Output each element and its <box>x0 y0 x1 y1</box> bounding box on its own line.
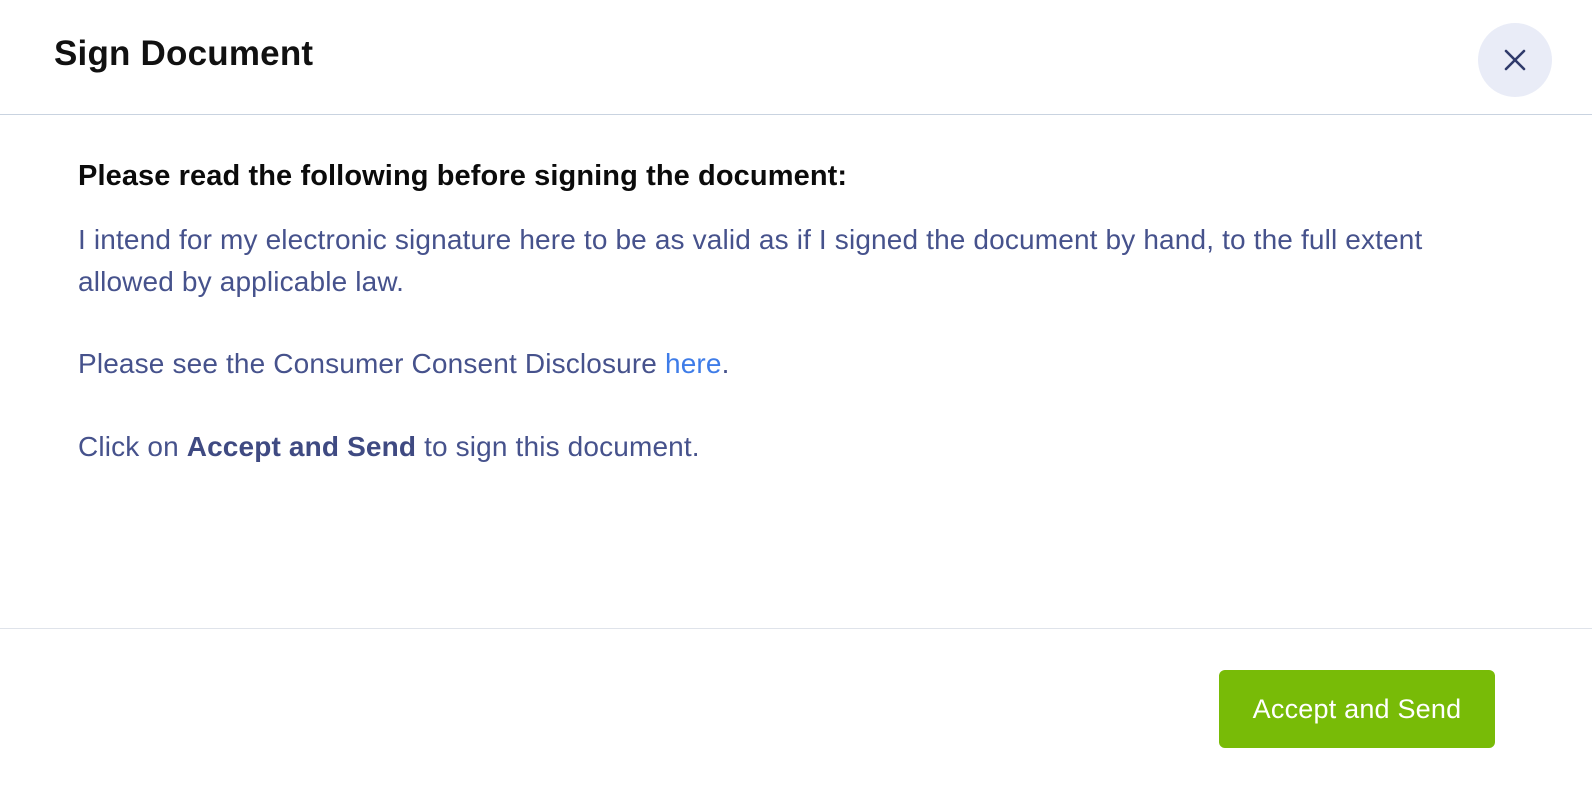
close-button[interactable] <box>1478 23 1552 97</box>
signature-statement: I intend for my electronic signature her… <box>78 224 1423 297</box>
consent-prefix: Please see the Consumer Consent Disclosu… <box>78 348 665 379</box>
consent-disclosure-text: Please see the Consumer Consent Disclosu… <box>78 343 1478 385</box>
intro-heading: Please read the following before signing… <box>78 160 848 192</box>
instruction-text: Click on Accept and Send to sign this do… <box>78 426 1478 468</box>
accept-and-send-button[interactable]: Accept and Send <box>1219 670 1495 748</box>
consent-suffix: . <box>721 348 730 379</box>
instruction-suffix: to sign this document. <box>416 431 700 462</box>
sign-document-dialog: Sign Document Please read the following … <box>0 0 1592 794</box>
consent-disclosure-link[interactable]: here <box>665 348 722 379</box>
instruction-bold: Accept and Send <box>186 431 417 462</box>
dialog-header: Sign Document <box>0 0 1592 115</box>
dialog-body: Please read the following before signing… <box>78 160 1478 468</box>
instruction-prefix: Click on <box>78 431 187 462</box>
footer-divider <box>0 628 1592 629</box>
dialog-title: Sign Document <box>54 34 314 73</box>
close-icon <box>1504 49 1526 71</box>
